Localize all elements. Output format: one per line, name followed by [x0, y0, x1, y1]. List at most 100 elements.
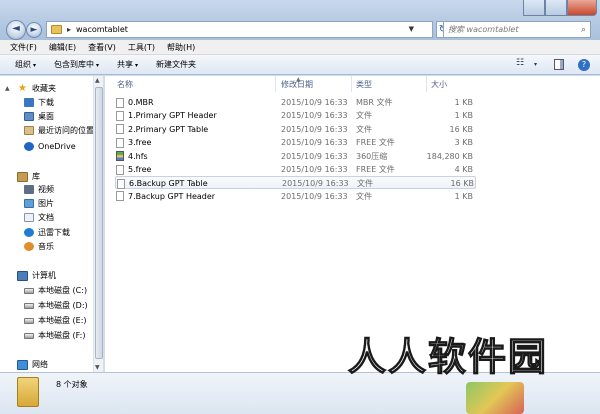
back-button[interactable]: ◄ [6, 20, 26, 40]
nav-item-downloads[interactable]: 下载 [24, 96, 54, 109]
forward-button[interactable]: ► [26, 22, 42, 38]
nav-label: 最近访问的位置 [38, 126, 94, 135]
drive-icon [24, 302, 34, 309]
nav-item-recent[interactable]: 最近访问的位置 [24, 124, 94, 137]
item-count: 8 个对象 [56, 380, 88, 389]
file-icon [116, 110, 124, 121]
table-row[interactable]: 3.free 2015/10/9 16:33 FREE 文件 3 KB [115, 136, 476, 149]
help-icon[interactable]: ? [578, 59, 590, 71]
column-divider[interactable] [426, 76, 427, 92]
column-header-modified[interactable]: 修改日期 [281, 76, 351, 92]
close-button[interactable] [567, 0, 597, 16]
picture-icon [24, 199, 34, 208]
include-library-button[interactable]: 包含到库中 ▾ [54, 59, 99, 70]
view-options-icon[interactable]: ☷ [516, 58, 524, 72]
chevron-down-icon: ▾ [135, 62, 139, 69]
nav-item-desktop[interactable]: 桌面 [24, 110, 54, 123]
back-arrow-icon: ◄ [12, 23, 20, 34]
file-name: 6.Backup GPT Table [129, 179, 208, 189]
menu-edit[interactable]: 编辑(E) [49, 42, 76, 53]
nav-label: 收藏夹 [32, 84, 56, 93]
navigation-pane: ▲ ★ 收藏夹 下载 桌面 最近访问的位置 OneDrive 库 视频 图片 文… [0, 76, 104, 372]
table-row[interactable]: 7.Backup GPT Header 2015/10/9 16:33 文件 1 KB [115, 190, 476, 203]
preview-pane-icon[interactable] [554, 59, 564, 70]
menu-file[interactable]: 文件(F) [10, 42, 37, 53]
table-row[interactable]: 0.MBR 2015/10/9 16:33 MBR 文件 1 KB [115, 96, 476, 109]
menu-tools[interactable]: 工具(T) [128, 42, 155, 53]
file-name-cell: 1.Primary GPT Header [116, 109, 276, 122]
nav-item-documents[interactable]: 文档 [24, 211, 54, 224]
nav-label: 本地磁盘 (F:) [38, 331, 86, 340]
file-name: 3.free [128, 138, 152, 148]
table-row[interactable]: 1.Primary GPT Header 2015/10/9 16:33 文件 1 K… [115, 109, 476, 122]
drive-icon [24, 287, 34, 294]
file-name-cell: 0.MBR [116, 96, 276, 109]
share-button[interactable]: 共享 ▾ [117, 59, 138, 70]
column-label: 类型 [356, 79, 372, 89]
nav-item-onedrive[interactable]: OneDrive [24, 140, 76, 153]
library-icon [17, 171, 28, 182]
table-row[interactable]: 6.Backup GPT Table 2015/10/9 16:33 文件 16 KB [115, 176, 476, 190]
nav-label: 本地磁盘 (E:) [38, 316, 87, 325]
nav-favorites[interactable]: ★ 收藏夹 [17, 82, 56, 95]
column-header-name[interactable]: 名称 [117, 76, 277, 92]
breadcrumb-separator-icon[interactable]: ▸ [67, 25, 71, 34]
column-divider[interactable] [351, 76, 352, 92]
address-bar[interactable]: ▸ wacomtablet ▼ [46, 21, 433, 38]
column-divider[interactable] [275, 76, 276, 92]
xunlei-icon [24, 228, 34, 237]
chevron-down-icon: ▾ [33, 62, 37, 69]
new-folder-button[interactable]: 新建文件夹 [156, 59, 196, 70]
nav-label: 库 [32, 172, 40, 181]
file-modified: 2015/10/9 16:33 [281, 151, 348, 161]
folder-icon [51, 25, 62, 34]
share-label: 共享 [117, 60, 134, 69]
music-icon [24, 242, 34, 251]
file-name-cell: 5.free [116, 163, 276, 176]
nav-item-music[interactable]: 音乐 [24, 240, 54, 253]
cloud-icon [24, 142, 34, 151]
file-size: 16 KB [449, 124, 473, 134]
column-label: 大小 [431, 79, 447, 89]
search-icon[interactable]: ⌕ [581, 25, 586, 35]
scroll-down-icon[interactable]: ▼ [95, 364, 100, 371]
menu-help[interactable]: 帮助(H) [167, 42, 195, 53]
file-icon [117, 178, 125, 189]
search-input[interactable]: 搜索 wacomtablet ⌕ [443, 21, 591, 38]
nav-network[interactable]: 网络 [17, 358, 48, 371]
nav-item-drive-c[interactable]: 本地磁盘 (C:) [24, 284, 87, 297]
download-icon [24, 98, 34, 107]
recent-places-icon [24, 126, 34, 135]
table-row[interactable]: 5.free 2015/10/9 16:33 FREE 文件 4 KB [115, 163, 476, 176]
scrollbar-thumb[interactable] [95, 87, 103, 359]
drive-icon [24, 332, 34, 339]
address-dropdown-icon[interactable]: ▼ [409, 25, 414, 33]
nav-item-pictures[interactable]: 图片 [24, 197, 54, 210]
breadcrumb-current[interactable]: wacomtablet [76, 25, 128, 34]
nav-scrollbar[interactable]: ▲ ▼ [93, 76, 103, 372]
nav-libraries[interactable]: 库 [17, 170, 40, 183]
title-bar: ◄ ► ▸ wacomtablet ▼ ↻ 搜索 wacomtablet ⌕ [0, 0, 600, 40]
nav-label: 视频 [38, 185, 54, 194]
minimize-button[interactable] [523, 0, 545, 16]
nav-computer[interactable]: 计算机 [17, 269, 56, 282]
organize-button[interactable]: 组织 ▾ [15, 59, 36, 70]
table-row[interactable]: 4.hfs 2015/10/9 16:33 360压缩 184,280 KB [115, 150, 476, 163]
file-name: 2.Primary GPT Table [128, 124, 209, 134]
collapse-icon[interactable]: ▲ [5, 85, 10, 92]
table-row[interactable]: 2.Primary GPT Table 2015/10/9 16:33 文件 16 K… [115, 123, 476, 136]
maximize-button[interactable] [545, 0, 567, 16]
drive-icon [24, 317, 34, 324]
file-modified: 2015/10/9 16:33 [281, 191, 348, 201]
nav-item-drive-d[interactable]: 本地磁盘 (D:) [24, 299, 88, 312]
chevron-down-icon[interactable]: ▾ [534, 61, 537, 75]
nav-item-drive-f[interactable]: 本地磁盘 (F:) [24, 329, 85, 342]
column-header-type[interactable]: 类型 [356, 76, 426, 92]
nav-item-drive-e[interactable]: 本地磁盘 (E:) [24, 314, 87, 327]
nav-item-xunlei[interactable]: 迅雷下载 [24, 226, 70, 239]
scroll-up-icon[interactable]: ▲ [95, 77, 100, 84]
column-header-size[interactable]: 大小 [431, 76, 477, 92]
nav-item-videos[interactable]: 视频 [24, 183, 54, 196]
menu-view[interactable]: 查看(V) [88, 42, 116, 53]
file-modified: 2015/10/9 16:33 [281, 138, 348, 148]
